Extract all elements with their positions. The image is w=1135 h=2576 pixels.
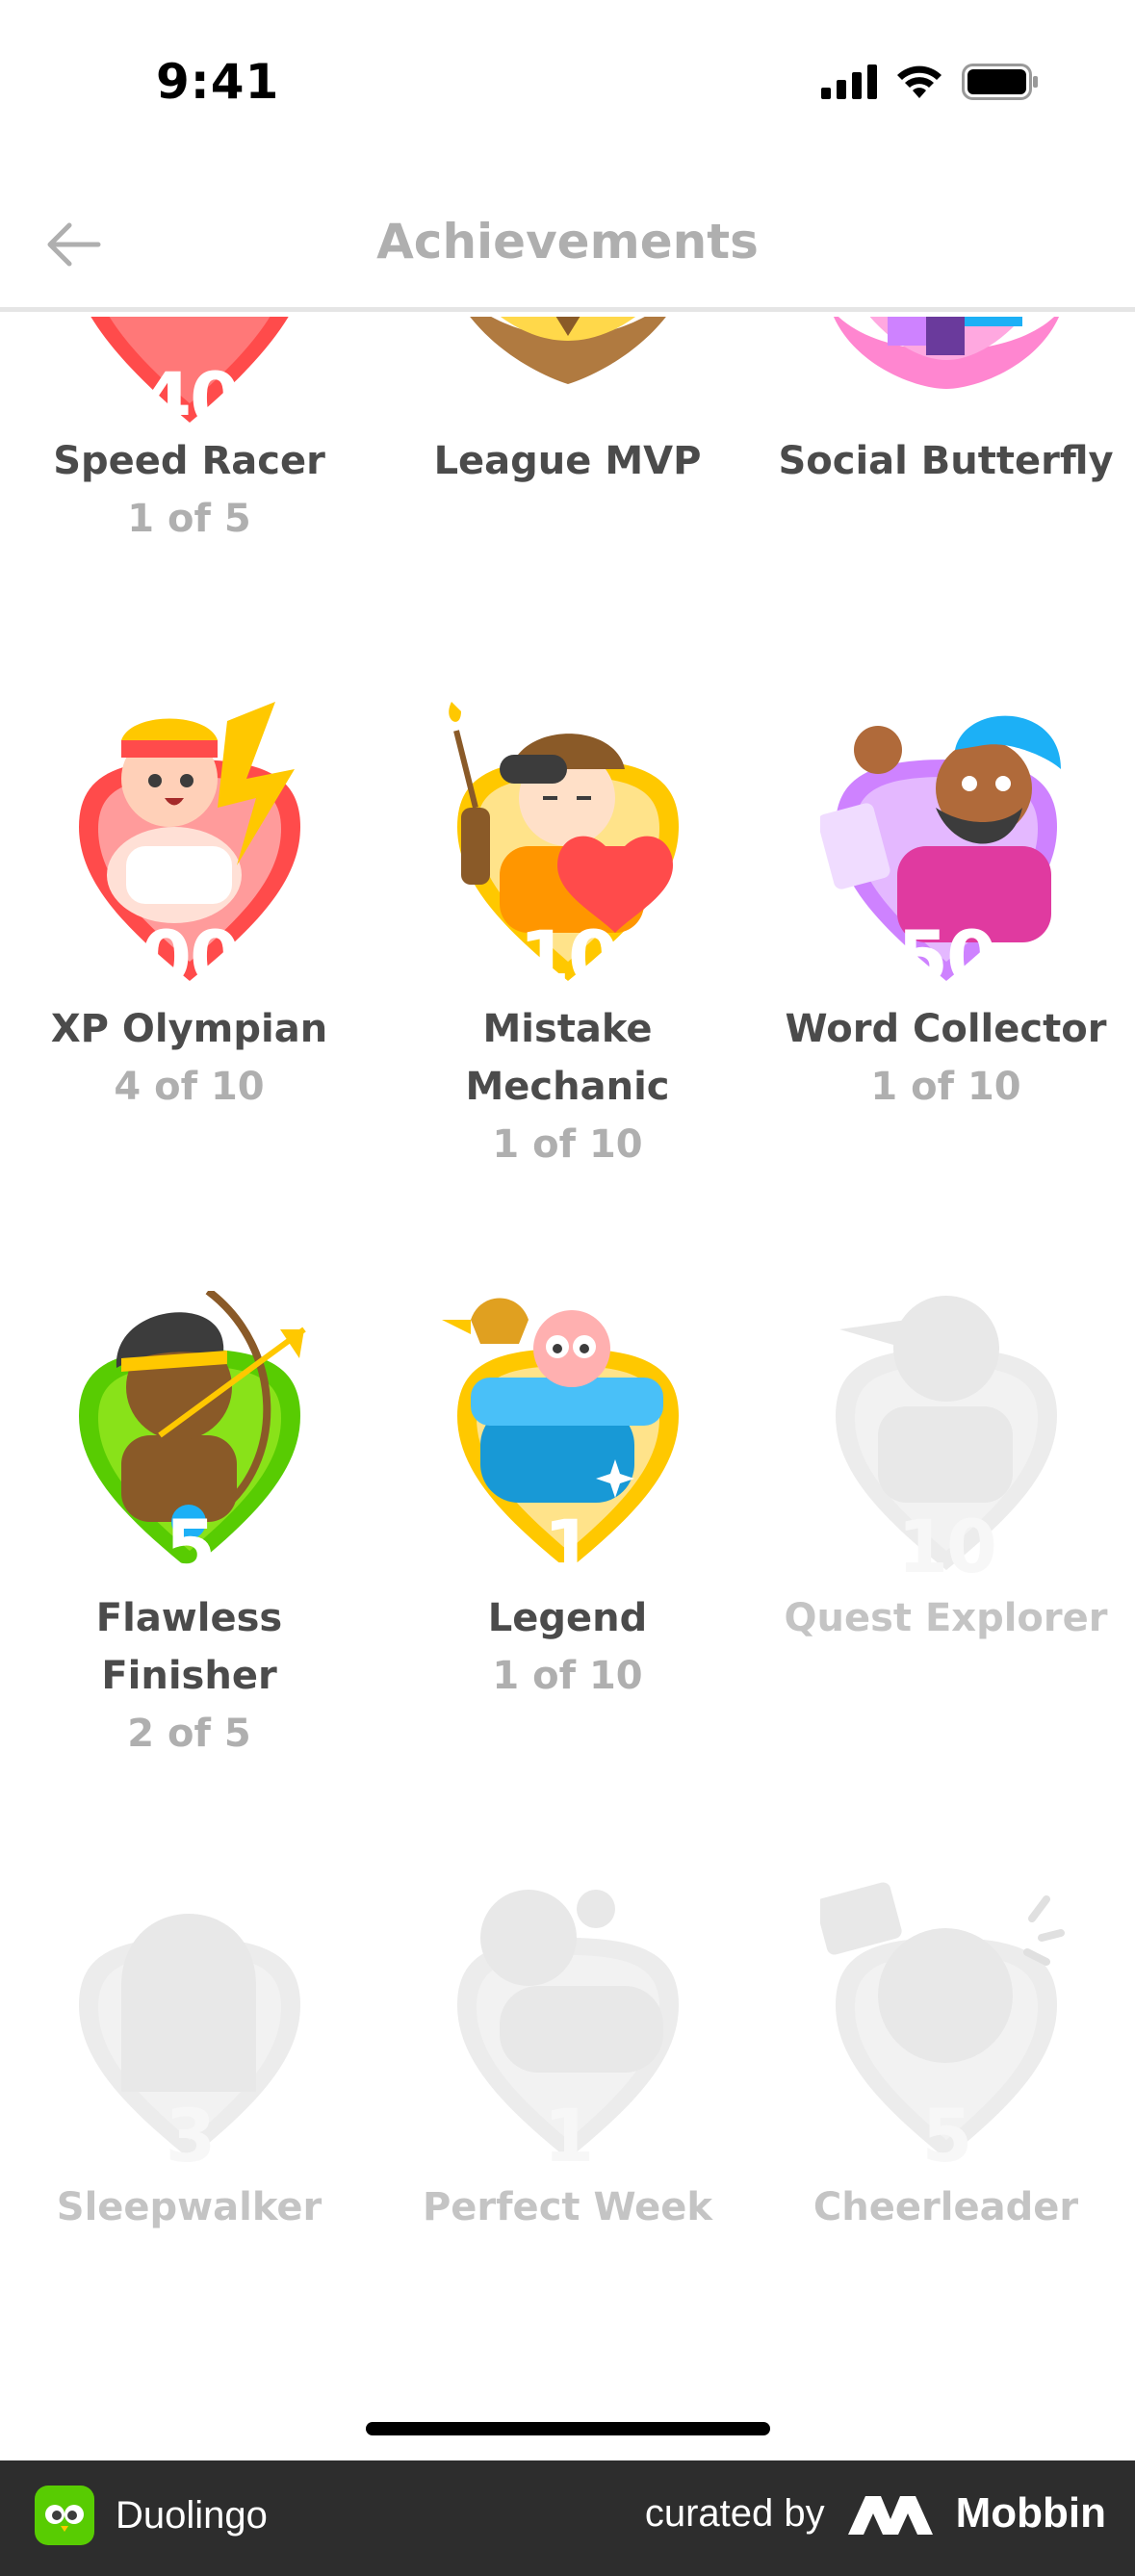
achievement-progress: 4 of 10 xyxy=(114,1065,265,1109)
badge: 5 xyxy=(815,1880,1072,2178)
achievement-name-line1: Mistake xyxy=(482,1007,653,1051)
duolingo-logo-icon xyxy=(35,2486,94,2545)
achievement-name: Word Collector xyxy=(785,1007,1107,1051)
page-title: Achievements xyxy=(376,214,759,270)
achievement-name: Quest Explorer xyxy=(784,1596,1108,1640)
achievement-name-line2: Mechanic xyxy=(465,1065,670,1109)
achievement-name: Legend xyxy=(487,1596,648,1640)
badge-level: 3 xyxy=(165,2093,217,2178)
badge-level: 5 xyxy=(165,1504,217,1589)
achievement-name: Cheerleader xyxy=(813,2185,1079,2229)
cellular-signal-icon xyxy=(821,64,877,99)
achievement-progress: 1 of 5 xyxy=(127,497,251,541)
achievement-name: League MVP xyxy=(433,439,702,483)
achievement-name: Social Butterfly xyxy=(778,439,1114,483)
badge: 1 xyxy=(442,1880,694,2178)
achievement-name-line1: Flawless xyxy=(95,1596,283,1640)
badge-level: 10 xyxy=(519,914,619,1000)
badge-level: 40 xyxy=(141,356,241,442)
app-name: Duolingo xyxy=(116,2493,268,2537)
wifi-icon xyxy=(897,65,942,98)
badge: 1 xyxy=(442,1291,694,1589)
achievement-name: XP Olympian xyxy=(50,1007,328,1051)
status-time: 9:41 xyxy=(156,54,280,110)
achievement-name: Perfect Week xyxy=(422,2185,712,2229)
achievement-progress: 1 of 10 xyxy=(870,1065,1021,1109)
achievement-progress: 2 of 5 xyxy=(127,1712,251,1756)
badge: 10 xyxy=(442,702,694,1000)
badge: 10 xyxy=(820,1291,1072,1589)
trophy-badge-icon xyxy=(470,317,666,384)
badge: 5 xyxy=(64,1287,316,1589)
achievements-grid: 40 Speed Racer 1 of 5 League MVP Social … xyxy=(0,317,1135,2434)
achievement-name-line2: Finisher xyxy=(101,1654,277,1698)
butterfly-badge-icon xyxy=(834,317,1059,389)
mobbin-logo-icon xyxy=(847,2496,933,2535)
badge: 50 xyxy=(817,702,1072,1000)
curated-by: curated by Mobbin xyxy=(645,2489,1106,2537)
badge-level: 1 xyxy=(543,1504,595,1589)
badge: 40 xyxy=(64,317,316,442)
app-brand: Duolingo xyxy=(35,2486,268,2545)
achievement-progress: 1 of 10 xyxy=(492,1654,643,1698)
attribution-footer: Duolingo curated by Mobbin xyxy=(0,2460,1135,2576)
badge-level: 1 xyxy=(543,2093,595,2178)
mobbin-wordmark: Mobbin xyxy=(955,2489,1106,2537)
app-header: Achievements xyxy=(0,193,1135,312)
badge-level: 1000 xyxy=(91,914,290,1000)
badge-level: 10 xyxy=(897,1504,997,1589)
battery-icon xyxy=(962,64,1038,100)
badge xyxy=(442,317,694,432)
badge-level: 5 xyxy=(921,2093,973,2178)
achievement-name: Sleepwalker xyxy=(56,2185,322,2229)
badge-level: 50 xyxy=(897,914,997,1000)
home-indicator[interactable] xyxy=(366,2422,770,2435)
curated-by-label: curated by xyxy=(644,2491,825,2535)
status-bar: 9:41 xyxy=(0,0,1135,164)
badge: 1000 xyxy=(64,702,316,1000)
achievement-progress: 1 of 10 xyxy=(492,1122,643,1167)
status-icons xyxy=(821,64,1039,100)
achievement-name: Speed Racer xyxy=(53,439,325,483)
badge: 3 xyxy=(64,1880,316,2178)
badge xyxy=(820,317,1072,432)
